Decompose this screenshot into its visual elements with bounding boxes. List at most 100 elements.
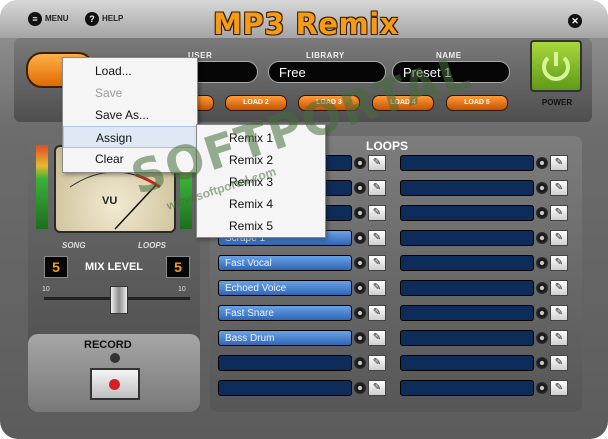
edit-icon[interactable]: ✎ [550, 230, 568, 246]
edit-icon[interactable]: ✎ [550, 380, 568, 396]
disc-icon[interactable] [354, 307, 366, 319]
loop-slot[interactable] [400, 280, 534, 296]
disc-icon[interactable] [354, 382, 366, 394]
submenu-item-remix-5[interactable]: Remix 5 [197, 215, 325, 237]
power-button[interactable] [530, 40, 582, 92]
power-icon [542, 52, 570, 81]
power-label: POWER [541, 98, 573, 107]
submenu-item-remix-3[interactable]: Remix 3 [197, 171, 325, 193]
edit-icon[interactable]: ✎ [368, 380, 386, 396]
edit-icon[interactable]: ✎ [550, 305, 568, 321]
menu-item-save: Save [95, 86, 123, 100]
loop-slot[interactable] [400, 305, 534, 321]
disc-icon[interactable] [354, 232, 366, 244]
loops-title: LOOPS [366, 139, 409, 153]
disc-icon[interactable] [354, 332, 366, 344]
edit-icon[interactable]: ✎ [550, 355, 568, 371]
disc-icon[interactable] [354, 282, 366, 294]
edit-icon[interactable]: ✎ [550, 155, 568, 171]
slider-min-label: 10 [42, 286, 50, 293]
disc-icon[interactable] [354, 257, 366, 269]
disc-icon[interactable] [536, 357, 548, 369]
edit-icon[interactable]: ✎ [368, 305, 386, 321]
level-meter-left [36, 145, 48, 229]
disc-icon[interactable] [354, 207, 366, 219]
edit-icon[interactable]: ✎ [368, 330, 386, 346]
edit-icon[interactable]: ✎ [550, 255, 568, 271]
edit-icon[interactable]: ✎ [368, 255, 386, 271]
name-field[interactable]: Preset 1 [392, 61, 510, 83]
loop-slot[interactable] [218, 380, 352, 396]
edit-icon[interactable]: ✎ [368, 355, 386, 371]
edit-icon[interactable]: ✎ [550, 280, 568, 296]
record-dot-icon [109, 379, 120, 390]
loop-slot[interactable] [400, 330, 534, 346]
disc-icon[interactable] [536, 307, 548, 319]
song-label: SONG [62, 241, 86, 250]
library-field[interactable]: Free [268, 61, 386, 83]
disc-icon[interactable] [354, 182, 366, 194]
menu-item-assign[interactable]: Assign [63, 126, 197, 148]
record-led-icon [110, 353, 120, 363]
loop-slot[interactable] [400, 255, 534, 271]
load-button-2[interactable]: LOAD 2 [225, 95, 287, 111]
edit-icon[interactable]: ✎ [368, 230, 386, 246]
loop-slot[interactable]: Bass Drum [218, 330, 352, 346]
load-button-3[interactable]: LOAD 3 [298, 95, 360, 111]
edit-icon[interactable]: ✎ [550, 330, 568, 346]
menu-item-clear[interactable]: Clear [63, 148, 197, 170]
record-label: RECORD [84, 339, 132, 351]
loop-slot[interactable]: Fast Vocal [218, 255, 352, 271]
loop-slot[interactable] [218, 355, 352, 371]
menu-item-save-as[interactable]: Save As... [63, 104, 197, 126]
loop-slot[interactable] [400, 230, 534, 246]
load-button-5[interactable]: LOAD 5 [446, 95, 508, 111]
submenu-item-remix-4[interactable]: Remix 4 [197, 193, 325, 215]
loops-label: LOOPS [138, 241, 167, 250]
menu-item-load[interactable]: Load... [63, 60, 197, 82]
menu-icon[interactable]: ≡ [28, 12, 42, 26]
submenu-item-remix-1[interactable]: Remix 1 [197, 127, 325, 149]
disc-icon[interactable] [536, 157, 548, 169]
loop-slot[interactable] [400, 180, 534, 196]
loop-slot[interactable]: Fast Snare [218, 305, 352, 321]
disc-icon[interactable] [354, 157, 366, 169]
app-title: MP3 Remix [213, 7, 399, 41]
loop-slot[interactable] [400, 205, 534, 221]
edit-icon[interactable]: ✎ [368, 180, 386, 196]
loop-slot[interactable] [400, 355, 534, 371]
app-window: ≡ MENU ? HELP MP3 Remix ✕ USER LIBRARY F… [0, 0, 608, 439]
edit-icon[interactable]: ✎ [368, 205, 386, 221]
vu-label: VU [102, 195, 118, 207]
help-icon[interactable]: ? [85, 12, 99, 26]
loop-slot[interactable]: Echoed Voice [218, 280, 352, 296]
slider-max-label: 10 [178, 286, 186, 293]
help-label[interactable]: HELP [102, 14, 123, 23]
loop-slot[interactable] [400, 380, 534, 396]
menu-label[interactable]: MENU [45, 14, 69, 23]
mix-level-label: MIX LEVEL [84, 261, 144, 273]
disc-icon[interactable] [536, 232, 548, 244]
close-icon[interactable]: ✕ [568, 14, 582, 28]
disc-icon[interactable] [536, 332, 548, 344]
loop-slot[interactable] [400, 155, 534, 171]
edit-icon[interactable]: ✎ [550, 180, 568, 196]
loops-value: 5 [166, 256, 190, 278]
context-menu: Load... Save Save As... Assign Clear [62, 57, 198, 173]
edit-icon[interactable]: ✎ [550, 205, 568, 221]
disc-icon[interactable] [536, 257, 548, 269]
disc-icon[interactable] [536, 282, 548, 294]
library-label: LIBRARY [306, 51, 345, 60]
name-label: NAME [436, 51, 462, 60]
mix-slider-knob[interactable] [110, 286, 128, 314]
assign-submenu: Remix 1 Remix 2 Remix 3 Remix 4 Remix 5 [196, 124, 326, 238]
edit-icon[interactable]: ✎ [368, 155, 386, 171]
song-value: 5 [44, 256, 68, 278]
submenu-item-remix-2[interactable]: Remix 2 [197, 149, 325, 171]
disc-icon[interactable] [536, 182, 548, 194]
edit-icon[interactable]: ✎ [368, 280, 386, 296]
disc-icon[interactable] [536, 207, 548, 219]
disc-icon[interactable] [536, 382, 548, 394]
load-button-4[interactable]: LOAD 4 [372, 95, 434, 111]
disc-icon[interactable] [354, 357, 366, 369]
